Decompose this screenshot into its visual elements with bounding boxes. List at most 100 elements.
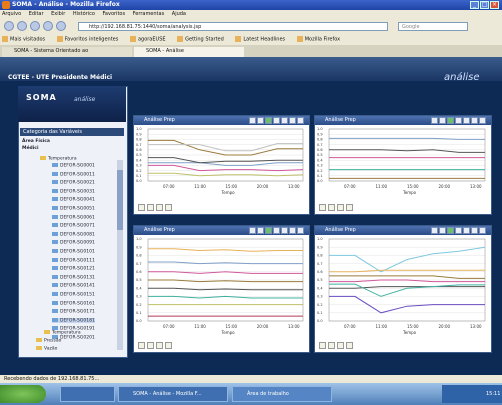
panel-tool-button[interactable] — [289, 227, 296, 234]
tree-item[interactable]: DEFOR-SG0071 — [52, 223, 95, 229]
panel-tool-button[interactable] — [439, 227, 446, 234]
panel-tool-button[interactable] — [455, 117, 462, 124]
y-tick-label: 0.8 — [136, 254, 142, 258]
tree-item[interactable]: DEFOR-SG0121 — [52, 266, 95, 272]
chart-control-button[interactable] — [156, 342, 163, 349]
menu-help[interactable]: Ajuda — [172, 11, 186, 17]
menu-file[interactable]: Arquivo — [2, 11, 21, 17]
chart-control-button[interactable] — [319, 342, 326, 349]
bookmark-item[interactable]: agoraEUSE — [129, 36, 166, 43]
panel-tool-button[interactable] — [431, 117, 438, 124]
panel-tool-button[interactable] — [273, 117, 280, 124]
bookmark-item[interactable]: Getting Started — [177, 36, 224, 43]
tree-item[interactable]: DEFOR-SG0041 — [52, 197, 95, 203]
chart-control-button[interactable] — [147, 204, 154, 211]
forward-icon[interactable] — [17, 21, 27, 31]
panel-tool-button[interactable] — [463, 227, 470, 234]
task-desktop[interactable]: Área de trabalho — [232, 386, 332, 402]
tree-item[interactable]: DEFOR-SG0061 — [52, 214, 95, 220]
tree-root[interactable]: Temperatura — [40, 156, 77, 162]
tree-item[interactable]: DEFOR-SG0131 — [52, 274, 95, 280]
panel-tool-button[interactable] — [447, 227, 454, 234]
back-icon[interactable] — [4, 21, 14, 31]
tree-item[interactable]: DEFOR-SG0151 — [52, 292, 95, 298]
tree-item[interactable]: DEFOR-SG0021 — [52, 180, 95, 186]
maximize-button[interactable]: □ — [480, 1, 489, 9]
panel-tool-button[interactable] — [479, 117, 486, 124]
tree-item[interactable]: DEFOR-SG0031 — [52, 188, 95, 194]
chart-control-button[interactable] — [328, 204, 335, 211]
brand-logo: SOMA — [26, 93, 57, 102]
tree-folder[interactable]: Vazão — [36, 346, 57, 352]
minimize-button[interactable]: _ — [470, 1, 479, 9]
reload-icon[interactable] — [30, 21, 40, 31]
tree-item[interactable]: DEFOR-SG0171 — [52, 309, 95, 315]
stop-icon[interactable] — [43, 21, 53, 31]
chart-control-button[interactable] — [346, 342, 353, 349]
panel-tool-button[interactable] — [455, 227, 462, 234]
bookmark-item[interactable]: Mais visitados — [2, 36, 45, 43]
tree-item[interactable]: DEFOR-SG0181 — [52, 317, 95, 324]
quicklaunch[interactable] — [60, 386, 115, 402]
chart-control-button[interactable] — [165, 342, 172, 349]
chart-control-button[interactable] — [156, 204, 163, 211]
chart-control-button[interactable] — [138, 342, 145, 349]
tab-soma-sistema[interactable]: SOMA - Sistema Orientado ao — [2, 47, 132, 57]
panel-tool-button[interactable] — [297, 227, 304, 234]
tree-folder[interactable]: Pressão — [36, 338, 61, 344]
menu-edit[interactable]: Editar — [29, 11, 44, 17]
chart-control-button[interactable] — [328, 342, 335, 349]
tree-item[interactable]: DEFOR-SG0111 — [52, 257, 95, 263]
tree-item[interactable]: DEFOR-SG0011 — [52, 171, 95, 177]
tree-item[interactable]: DEFOR-SG0141 — [52, 283, 95, 289]
start-button[interactable] — [0, 385, 46, 403]
tab-soma-analise[interactable]: SOMA - Análise — [134, 47, 244, 57]
tree-item[interactable]: DEFOR-SG0081 — [52, 231, 95, 237]
chart-control-button[interactable] — [337, 342, 344, 349]
tree-item[interactable]: DEFOR-SG0161 — [52, 300, 95, 306]
menu-history[interactable]: Histórico — [73, 11, 95, 17]
panel-tool-button[interactable] — [439, 117, 446, 124]
panel-tool-button[interactable] — [281, 227, 288, 234]
panel-tool-button[interactable] — [257, 227, 264, 234]
tree-item[interactable]: DEFOR-SG0101 — [52, 249, 95, 255]
panel-tool-button[interactable] — [471, 117, 478, 124]
chart-control-button[interactable] — [337, 204, 344, 211]
home-icon[interactable] — [56, 21, 66, 31]
panel-tool-button[interactable] — [297, 117, 304, 124]
panel-tool-button[interactable] — [281, 117, 288, 124]
chart-control-button[interactable] — [346, 204, 353, 211]
panel-tool-button[interactable] — [431, 227, 438, 234]
search-input[interactable]: Google — [398, 22, 468, 31]
chart-control-button[interactable] — [138, 204, 145, 211]
bookmark-item[interactable]: Mozilla Firefox — [296, 36, 340, 43]
address-bar[interactable]: http://192.168.81.75:1440/soma/analysis.… — [78, 22, 388, 31]
panel-tool-button[interactable] — [273, 227, 280, 234]
tree-item[interactable]: DEFOR-SG0051 — [52, 206, 95, 212]
panel-tool-button[interactable] — [447, 117, 454, 124]
menu-view[interactable]: Exibir — [51, 11, 65, 17]
panel-tool-button[interactable] — [249, 117, 256, 124]
panel-tool-button[interactable] — [265, 117, 272, 124]
chart-control-button[interactable] — [165, 204, 172, 211]
task-firefox[interactable]: SOMA - Análise - Mozilla F... — [118, 386, 228, 402]
chart-control-button[interactable] — [147, 342, 154, 349]
menu-tools[interactable]: Ferramentas — [133, 11, 165, 17]
tree-item[interactable]: DEFOR-SG0001 — [52, 163, 95, 169]
scroll-thumb[interactable] — [117, 170, 123, 230]
panel-tool-button[interactable] — [463, 117, 470, 124]
tree-item[interactable]: DEFOR-SG0091 — [52, 240, 95, 246]
chart-control-button[interactable] — [319, 204, 326, 211]
bookmark-item[interactable]: Favoritos inteligentes — [56, 36, 118, 43]
sidebar-scrollbar[interactable] — [117, 160, 123, 350]
panel-tool-button[interactable] — [257, 117, 264, 124]
panel-tool-button[interactable] — [471, 227, 478, 234]
panel-tool-button[interactable] — [479, 227, 486, 234]
panel-tool-button[interactable] — [289, 117, 296, 124]
panel-tool-button[interactable] — [265, 227, 272, 234]
close-button[interactable]: × — [490, 1, 499, 9]
panel-tool-button[interactable] — [249, 227, 256, 234]
tree-folder[interactable]: Temperatura — [44, 330, 81, 336]
bookmark-item[interactable]: Latest Headlines — [235, 36, 285, 43]
menu-bookmarks[interactable]: Favoritos — [103, 11, 126, 17]
